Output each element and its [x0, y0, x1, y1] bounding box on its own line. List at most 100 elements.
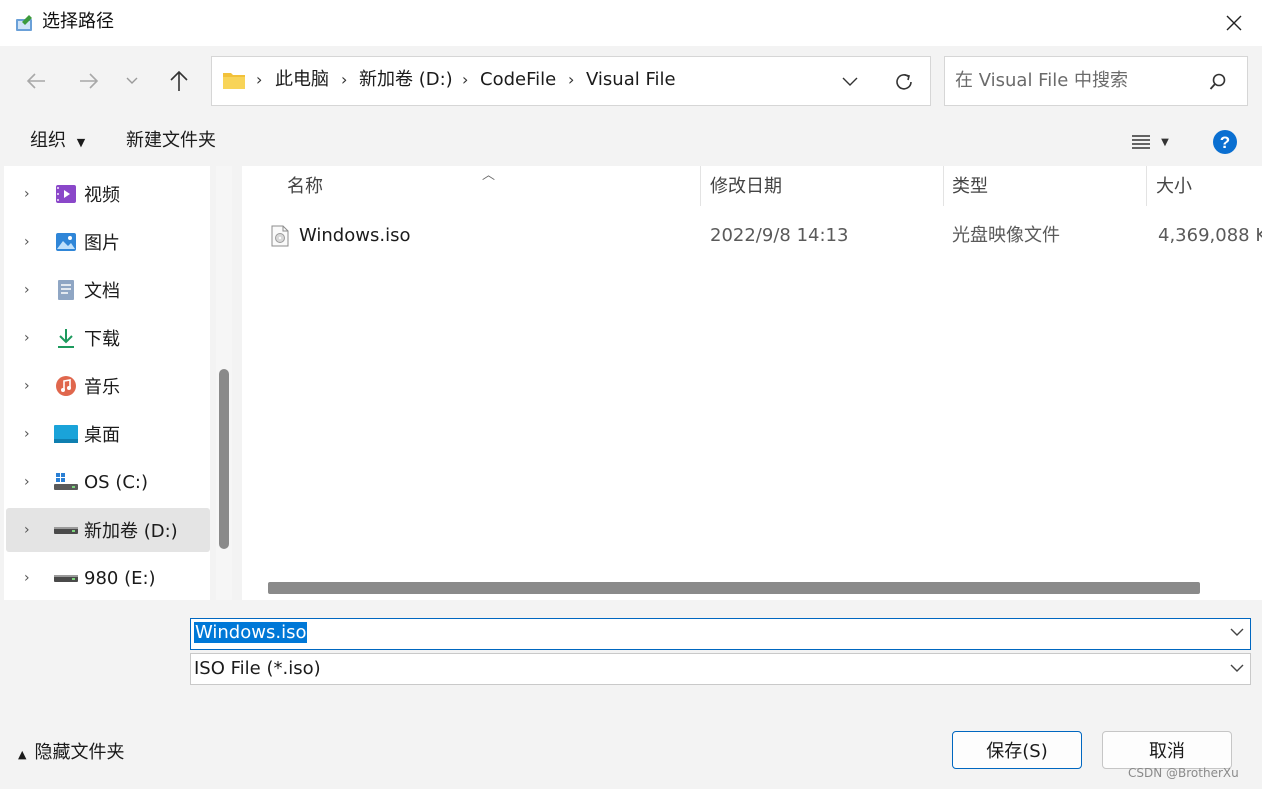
- up-button[interactable]: [163, 63, 195, 99]
- sidebar-item-drive-c[interactable]: › OS (C:): [6, 460, 210, 504]
- column-header-date[interactable]: 修改日期: [710, 175, 782, 199]
- file-list-scrollbar-thumb[interactable]: [268, 582, 1200, 594]
- sidebar-item-pictures[interactable]: › 图片: [6, 220, 210, 264]
- expand-chevron-icon[interactable]: ›: [24, 426, 54, 442]
- save-dialog: 选择路径 › 此电脑 › 新加卷 (D:) › CodeFile › Visua…: [0, 0, 1262, 789]
- svg-text:?: ?: [1220, 133, 1230, 152]
- video-icon: [54, 182, 78, 206]
- chevron-down-icon: [126, 77, 138, 84]
- new-folder-button[interactable]: 新建文件夹: [126, 129, 216, 153]
- expand-chevron-icon[interactable]: ›: [24, 282, 54, 298]
- sidebar-item-label: OS (C:): [84, 471, 148, 493]
- arrow-right-icon: [80, 73, 99, 89]
- arrow-left-icon: [26, 73, 45, 89]
- chevron-down-icon[interactable]: [1230, 661, 1244, 677]
- drive-icon: [54, 566, 78, 590]
- breadcrumb-visual-file[interactable]: Visual File: [586, 68, 676, 92]
- sidebar-item-label: 980 (E:): [84, 567, 156, 589]
- search-button[interactable]: [1204, 68, 1232, 96]
- desktop-icon: [54, 422, 78, 446]
- file-type-value: ISO File (*.iso): [194, 658, 321, 679]
- close-button[interactable]: [1212, 6, 1256, 40]
- drive-icon: [54, 518, 78, 542]
- close-icon: [1226, 15, 1242, 31]
- navigation-scrollbar-thumb[interactable]: [219, 369, 229, 549]
- view-options-button[interactable]: ▼: [1120, 126, 1180, 158]
- sidebar-item-label: 下载: [84, 329, 120, 350]
- save-button[interactable]: 保存(S): [952, 731, 1082, 769]
- file-type-select[interactable]: [190, 653, 1251, 685]
- column-divider[interactable]: [943, 166, 944, 206]
- sidebar-item-label: 图片: [84, 233, 120, 254]
- file-name: Windows.iso: [299, 225, 411, 246]
- sidebar-item-videos[interactable]: › 视频: [6, 172, 210, 216]
- disc-image-file-icon: [271, 225, 289, 247]
- column-divider[interactable]: [700, 166, 701, 206]
- file-date: 2022/9/8 14:13: [710, 225, 849, 246]
- list-view-icon: [1132, 135, 1151, 149]
- sidebar-item-label: 桌面: [84, 425, 120, 446]
- sidebar-item-downloads[interactable]: › 下载: [6, 316, 210, 360]
- caret-down-icon: ▼: [76, 136, 86, 149]
- hide-folders-toggle[interactable]: ▲ 隐藏文件夹: [18, 741, 124, 767]
- breadcrumb-drive-d[interactable]: 新加卷 (D:): [359, 68, 453, 92]
- column-header-type[interactable]: 类型: [952, 175, 988, 199]
- breadcrumb-separator: ›: [568, 70, 575, 89]
- file-size: 4,369,088 K: [1158, 225, 1262, 246]
- refresh-button[interactable]: [888, 66, 920, 98]
- column-divider[interactable]: [1146, 166, 1147, 206]
- breadcrumb-codefile[interactable]: CodeFile: [480, 68, 556, 92]
- breadcrumb-this-pc[interactable]: 此电脑: [275, 68, 329, 92]
- sidebar-item-drive-e[interactable]: › 980 (E:): [6, 556, 210, 600]
- sort-ascending-icon: ︿: [482, 168, 496, 183]
- organize-label: 组织: [30, 130, 66, 151]
- expand-chevron-icon[interactable]: ›: [24, 234, 54, 250]
- file-name-input[interactable]: Windows.iso: [194, 621, 308, 645]
- search-icon: [1209, 73, 1226, 90]
- recent-locations-button[interactable]: [120, 64, 144, 98]
- breadcrumb-separator: ›: [256, 70, 263, 89]
- expand-chevron-icon[interactable]: ›: [24, 474, 54, 490]
- search-input[interactable]: 在 Visual File 中搜索: [955, 69, 1128, 93]
- music-icon: [54, 374, 78, 398]
- window-title: 选择路径: [42, 11, 114, 32]
- watermark: CSDN @BrotherXu: [1128, 766, 1239, 780]
- app-icon: [14, 12, 36, 34]
- address-history-button[interactable]: [836, 68, 864, 96]
- download-icon: [54, 326, 78, 350]
- help-icon: ?: [1213, 130, 1237, 154]
- refresh-icon: [896, 74, 912, 90]
- back-button[interactable]: [20, 64, 52, 98]
- cancel-button[interactable]: 取消: [1102, 731, 1232, 769]
- sidebar-item-label: 音乐: [84, 377, 120, 398]
- sidebar-item-label: 文档: [84, 281, 120, 302]
- expand-chevron-icon[interactable]: ›: [24, 378, 54, 394]
- expand-chevron-icon[interactable]: ›: [24, 330, 54, 346]
- caret-up-icon: ▲: [18, 748, 27, 761]
- sidebar-item-music[interactable]: › 音乐: [6, 364, 210, 408]
- chevron-down-icon[interactable]: [1230, 625, 1244, 641]
- column-header-size[interactable]: 大小: [1156, 175, 1192, 199]
- expand-chevron-icon[interactable]: ›: [24, 522, 54, 538]
- chevron-down-icon: [842, 77, 858, 86]
- hide-folders-label: 隐藏文件夹: [34, 742, 125, 763]
- help-button[interactable]: ?: [1210, 127, 1240, 157]
- file-name-value: Windows.iso: [194, 622, 308, 643]
- sidebar-item-drive-d[interactable]: › 新加卷 (D:): [6, 508, 210, 552]
- file-type: 光盘映像文件: [952, 225, 1060, 246]
- organize-menu[interactable]: 组织 ▼: [30, 129, 85, 155]
- windows-drive-icon: [54, 470, 78, 494]
- expand-chevron-icon[interactable]: ›: [24, 186, 54, 202]
- sidebar-item-documents[interactable]: › 文档: [6, 268, 210, 312]
- title-bar: [0, 0, 1262, 46]
- column-header-name[interactable]: 名称: [287, 175, 323, 199]
- documents-icon: [54, 278, 78, 302]
- breadcrumb-separator: ›: [462, 70, 469, 89]
- arrow-up-icon: [170, 70, 188, 91]
- forward-button[interactable]: [73, 64, 105, 98]
- sidebar-item-desktop[interactable]: › 桌面: [6, 412, 210, 456]
- caret-down-icon: ▼: [1161, 136, 1169, 148]
- file-name-combobox[interactable]: [190, 618, 1251, 650]
- expand-chevron-icon[interactable]: ›: [24, 570, 54, 586]
- sidebar-item-label: 视频: [84, 185, 120, 206]
